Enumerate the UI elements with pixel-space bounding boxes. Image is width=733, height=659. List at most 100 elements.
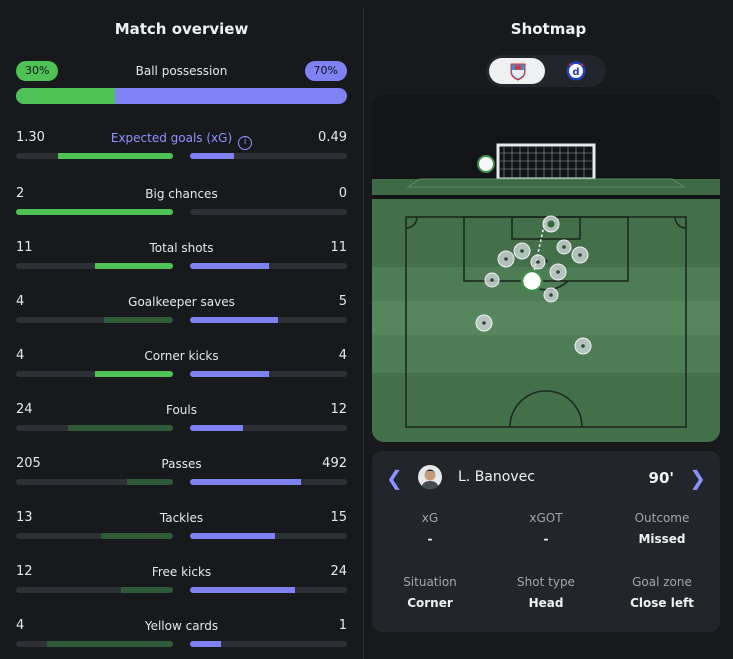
situation-value: Corner — [407, 596, 453, 610]
goal-zone-value: Close left — [630, 596, 694, 610]
shot-type-value: Head — [528, 596, 564, 610]
stat-home-track — [16, 371, 173, 377]
stat-row: 4 Corner kicks 4 — [16, 348, 347, 378]
match-overview-panel: Match overview 30% Ball possession 70% 1… — [0, 0, 363, 659]
stat-away-bar — [190, 587, 296, 593]
possession-home-fill — [16, 88, 116, 104]
stat-label: Big chances — [145, 187, 218, 201]
stat-row: 4 Yellow cards 1 — [16, 618, 347, 648]
stat-away-bar — [190, 263, 269, 269]
chevron-left-icon[interactable]: ❮ — [386, 466, 403, 490]
stat-label: Expected goals (xG) i — [16, 131, 347, 150]
stat-home-bar — [47, 641, 173, 647]
stat-home-track — [16, 479, 173, 485]
stat-row: 2 Big chances 0 — [16, 186, 347, 216]
info-icon[interactable]: i — [238, 136, 253, 150]
stat-away-value: 492 — [322, 456, 347, 471]
outcome-value: Missed — [638, 532, 686, 546]
shot-marker-dot — [536, 260, 540, 264]
stat-label: Goalkeeper saves — [128, 295, 235, 309]
stat-home-track — [16, 533, 173, 539]
stat-home-track — [16, 209, 173, 215]
stat-row: 13 Tackles 15 — [16, 510, 347, 540]
xgot-cell: xGOT - — [488, 511, 604, 546]
chevron-right-icon[interactable]: ❯ — [689, 466, 706, 490]
shot-marker-dot — [562, 245, 566, 249]
stat-away-track — [190, 317, 347, 323]
shot-marker-dot — [581, 344, 585, 348]
stat-away-track — [190, 587, 347, 593]
possession-bar — [16, 88, 347, 104]
goalkeeper-marker — [477, 155, 495, 173]
stat-label: Corner kicks — [144, 349, 219, 363]
team-toggle: d — [486, 55, 606, 87]
shot-type-cell: Shot type Head — [488, 575, 604, 610]
stat-home-bar — [100, 533, 173, 539]
xg-cell: xG - — [372, 511, 488, 546]
goal-zone-cell: Goal zone Close left — [604, 575, 720, 610]
stat-away-value: 12 — [330, 402, 347, 417]
stat-away-bar — [190, 479, 302, 485]
stat-home-bar — [103, 317, 173, 323]
stat-row: 4 Goalkeeper saves 5 — [16, 294, 347, 324]
shot-marker-dot — [556, 270, 560, 274]
outcome-cell: Outcome Missed — [604, 511, 720, 546]
stat-home-bar — [16, 209, 173, 215]
team-option-home[interactable] — [489, 58, 545, 84]
stat-home-bar — [94, 371, 173, 377]
xg-value: - — [427, 532, 433, 546]
stat-row: 1.30 Expected goals (xG) i 0.49 — [16, 130, 347, 160]
outcome-label: Outcome — [634, 511, 690, 525]
shot-marker-dot — [504, 257, 508, 261]
stat-home-track — [16, 317, 173, 323]
stat-away-value: 4 — [338, 348, 347, 363]
shot-marker-dot — [482, 321, 486, 325]
stat-home-track — [16, 425, 173, 431]
stat-away-bar — [190, 317, 278, 323]
stat-away-track — [190, 641, 347, 647]
stat-row: 12 Free kicks 24 — [16, 564, 347, 594]
home-crest-icon — [510, 63, 526, 81]
match-overview-title: Match overview — [114, 20, 249, 38]
selected-shot-marker[interactable] — [520, 269, 544, 293]
stat-away-bar — [190, 641, 222, 647]
stat-away-value: 0 — [338, 186, 347, 201]
stat-home-bar — [121, 587, 173, 593]
stat-away-track — [190, 425, 347, 431]
svg-text:d: d — [572, 67, 579, 78]
stat-away-bar — [190, 533, 275, 539]
stat-label: Tackles — [159, 511, 204, 525]
stat-away-track — [190, 479, 347, 485]
away-possession-badge: 70% — [304, 61, 347, 81]
stat-row: 205 Passes 492 — [16, 456, 347, 486]
stat-away-value: 11 — [330, 240, 347, 255]
stat-away-track — [190, 209, 347, 215]
stat-home-bar — [94, 263, 173, 269]
stat-away-value: 1 — [338, 618, 347, 633]
stat-label: Passes — [161, 457, 202, 471]
shot-detail-card: ❮ L. Banovec 90' ❯ xG - xGOT - Outcome M… — [372, 451, 720, 632]
stat-away-value: 24 — [330, 564, 347, 579]
situation-cell: Situation Corner — [372, 575, 488, 610]
stat-away-track — [190, 533, 347, 539]
stat-home-bar — [58, 153, 173, 159]
stat-home-track — [16, 263, 173, 269]
goal-zone-label: Goal zone — [632, 575, 692, 589]
shotmap-title: Shotmap — [510, 20, 587, 38]
stat-away-value: 5 — [338, 294, 347, 309]
possession-row: 30% Ball possession 70% — [16, 61, 347, 81]
stat-row: 11 Total shots 11 — [16, 240, 347, 270]
stat-label: Yellow cards — [144, 619, 219, 633]
player-name[interactable]: L. Banovec — [458, 469, 535, 485]
shot-marker-dot — [490, 278, 494, 282]
team-option-away[interactable]: d — [547, 58, 603, 84]
shot-type-label: Shot type — [517, 575, 575, 589]
away-crest-icon: d — [566, 61, 586, 81]
stat-label: Free kicks — [151, 565, 212, 579]
pitch-graphic — [372, 95, 720, 442]
stat-home-bar — [127, 479, 173, 485]
xgot-value: - — [543, 532, 549, 546]
stat-away-bar — [190, 371, 269, 377]
stat-away-bar — [190, 425, 244, 431]
stat-away-track — [190, 153, 347, 159]
